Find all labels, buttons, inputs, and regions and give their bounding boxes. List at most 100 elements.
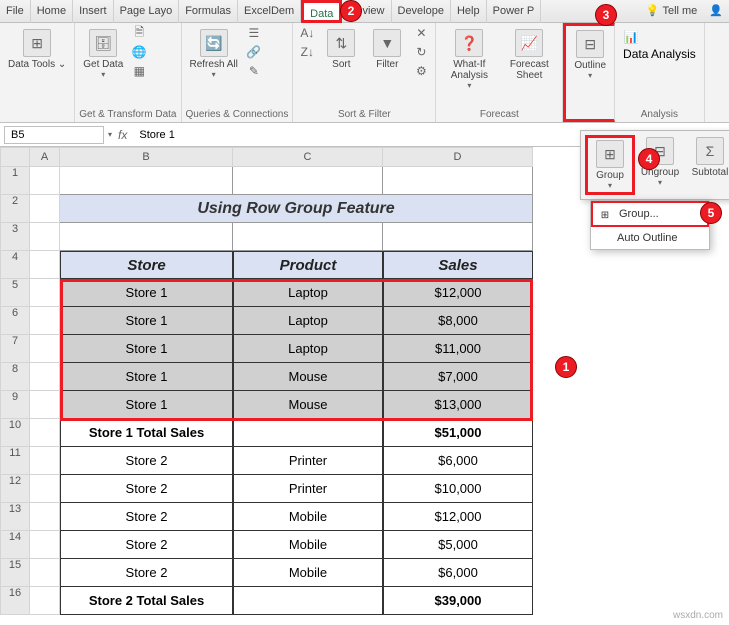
btn-forecast[interactable]: 📈 Forecast Sheet (500, 25, 558, 108)
btn-whatif[interactable]: ❓ What-If Analysis ▾ (440, 25, 498, 108)
btn-dataanalysis[interactable]: 📊 Data Analysis (619, 25, 700, 65)
cell[interactable] (60, 167, 233, 195)
tellme[interactable]: 💡 Tell me (640, 0, 703, 23)
row-header[interactable]: 14 (0, 531, 30, 559)
cell[interactable] (30, 223, 60, 251)
tab-insert[interactable]: Insert (73, 0, 114, 23)
cell[interactable] (30, 559, 60, 587)
fx-button[interactable]: fx (112, 128, 133, 142)
cell[interactable]: Printer (233, 447, 383, 475)
row-header[interactable]: 7 (0, 335, 30, 363)
menu-group[interactable]: ⊞ Group... (591, 201, 709, 227)
btn-getdata[interactable]: 🗄 Get Data ▾ (79, 25, 127, 108)
btn-datatools[interactable]: ⊞ Data Tools ⌄ (4, 25, 70, 72)
cell[interactable] (30, 167, 60, 195)
cell[interactable]: Store 1 (60, 279, 233, 307)
cell[interactable] (30, 475, 60, 503)
btn-refreshall[interactable]: 🔄 Refresh All ▾ (186, 25, 242, 108)
select-all-cell[interactable] (0, 147, 30, 167)
cell[interactable]: $7,000 (383, 363, 533, 391)
tab-data[interactable]: Data (301, 0, 342, 23)
cell[interactable] (60, 223, 233, 251)
name-box[interactable] (4, 126, 104, 144)
cell[interactable]: $8,000 (383, 307, 533, 335)
btn-advanced[interactable]: ⚙ (411, 63, 431, 81)
col-header-c[interactable]: C (233, 147, 383, 167)
cell[interactable] (30, 195, 60, 223)
cell[interactable] (30, 531, 60, 559)
cell[interactable]: Store 2 (60, 559, 233, 587)
cell[interactable] (30, 391, 60, 419)
cell[interactable] (233, 223, 383, 251)
btn-fromweb[interactable]: 🌐 (129, 44, 149, 62)
btn-sortaz[interactable]: A↓ (297, 25, 317, 43)
cell[interactable]: Store (60, 251, 233, 279)
cell[interactable]: $11,000 (383, 335, 533, 363)
cell[interactable]: Store 2 (60, 447, 233, 475)
cell[interactable]: Mouse (233, 391, 383, 419)
row-header[interactable]: 2 (0, 195, 30, 223)
btn-editlinks[interactable]: ✎ (244, 63, 264, 81)
cell[interactable]: Mobile (233, 503, 383, 531)
row-header[interactable]: 6 (0, 307, 30, 335)
row-header[interactable]: 16 (0, 587, 30, 615)
cell[interactable]: Laptop (233, 335, 383, 363)
cell[interactable] (30, 307, 60, 335)
btn-reapply[interactable]: ↻ (411, 44, 431, 62)
btn-sortza[interactable]: Z↓ (297, 44, 317, 62)
col-header-d[interactable]: D (383, 147, 533, 167)
btn-outline[interactable]: ⊟ Outline ▾ (566, 26, 614, 84)
cell[interactable] (383, 167, 533, 195)
row-header[interactable]: 13 (0, 503, 30, 531)
cell[interactable] (233, 419, 383, 447)
btn-properties[interactable]: 🔗 (244, 44, 264, 62)
cell[interactable]: $12,000 (383, 279, 533, 307)
cell[interactable] (30, 447, 60, 475)
cell[interactable]: $13,000 (383, 391, 533, 419)
cell[interactable]: Store 1 (60, 363, 233, 391)
btn-filter[interactable]: ▼ Filter (365, 25, 409, 108)
cell[interactable]: Store 2 (60, 531, 233, 559)
btn-fromtext[interactable]: 🗎 (129, 25, 149, 43)
cell[interactable]: $5,000 (383, 531, 533, 559)
cell[interactable]: Store 2 (60, 503, 233, 531)
cell[interactable] (30, 279, 60, 307)
row-header[interactable]: 11 (0, 447, 30, 475)
row-header[interactable]: 3 (0, 223, 30, 251)
cell[interactable]: Mobile (233, 531, 383, 559)
cell[interactable]: Mobile (233, 559, 383, 587)
cell[interactable]: $39,000 (383, 587, 533, 615)
row-header[interactable]: 15 (0, 559, 30, 587)
row-header[interactable]: 9 (0, 391, 30, 419)
row-header[interactable]: 1 (0, 167, 30, 195)
tab-home[interactable]: Home (31, 0, 73, 23)
cell[interactable] (30, 419, 60, 447)
btn-sort[interactable]: ⇅ Sort (319, 25, 363, 108)
btn-clear[interactable]: ✕ (411, 25, 431, 43)
share-icon[interactable]: 👤 (703, 0, 729, 23)
cell[interactable]: $10,000 (383, 475, 533, 503)
tab-pagelayout[interactable]: Page Layo (114, 0, 180, 23)
cell[interactable]: Store 1 (60, 307, 233, 335)
btn-subtotal[interactable]: Σ Subtotal (685, 135, 729, 195)
row-header[interactable]: 8 (0, 363, 30, 391)
cell[interactable]: Laptop (233, 279, 383, 307)
cell[interactable]: Store 2 Total Sales (60, 587, 233, 615)
tab-exceldemy[interactable]: ExcelDem (238, 0, 301, 23)
cell[interactable] (30, 335, 60, 363)
col-header-b[interactable]: B (60, 147, 233, 167)
cell[interactable] (30, 363, 60, 391)
tab-powerpivot[interactable]: Power P (487, 0, 542, 23)
cell[interactable]: $51,000 (383, 419, 533, 447)
cell[interactable]: Store 2 (60, 475, 233, 503)
cell[interactable]: Store 1 (60, 391, 233, 419)
btn-queries[interactable]: ☰ (244, 25, 264, 43)
col-header-a[interactable]: A (30, 147, 60, 167)
btn-group[interactable]: ⊞ Group ▾ (585, 135, 635, 195)
row-header[interactable]: 10 (0, 419, 30, 447)
row-header[interactable]: 4 (0, 251, 30, 279)
cell[interactable]: Store 1 (60, 335, 233, 363)
cell[interactable]: Sales (383, 251, 533, 279)
tab-file[interactable]: File (0, 0, 31, 23)
cell[interactable]: Product (233, 251, 383, 279)
